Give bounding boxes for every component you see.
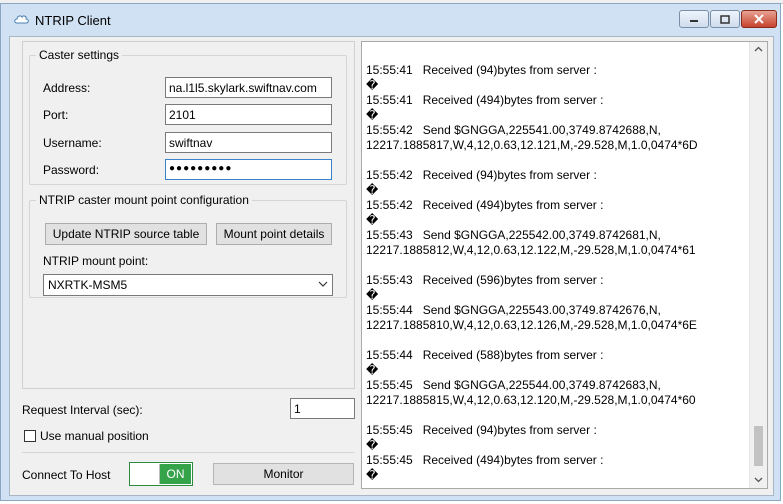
request-interval-field[interactable]: 1: [290, 398, 355, 419]
username-label: Username:: [43, 136, 102, 150]
username-field[interactable]: swiftnav: [165, 132, 332, 153]
log-line: 15:55:43 Received (596)bytes from server…: [366, 273, 604, 287]
log-line: 15:55:42 Received (94)bytes from server …: [366, 168, 597, 182]
maximize-button[interactable]: [710, 10, 740, 28]
mount-point-label: NTRIP mount point:: [43, 254, 149, 268]
log-line: 15:55:43 Send $GNGGA,225542.00,3749.8742…: [366, 228, 661, 242]
log-line: �: [366, 78, 379, 92]
address-field[interactable]: na.l1l5.skylark.swiftnav.com: [165, 77, 332, 98]
close-icon: [754, 14, 764, 24]
request-interval-label: Request Interval (sec):: [22, 403, 143, 417]
log-line: �: [366, 468, 379, 482]
mount-point-details-button[interactable]: Mount point details: [216, 223, 332, 245]
cloud-icon: [14, 15, 29, 24]
log-line: 15:55:45 Send $GNGGA,225544.00,3749.8742…: [366, 378, 661, 392]
log-line: 15:55:45 Received (94)bytes from server …: [366, 423, 597, 437]
log-output[interactable]: 15:55:41 Received (94)bytes from server …: [361, 41, 768, 489]
chevron-down-icon[interactable]: [754, 476, 763, 483]
log-line: �: [366, 438, 379, 452]
monitor-button[interactable]: Monitor: [213, 463, 354, 485]
log-line: 15:55:41 Received (494)bytes from server…: [366, 93, 604, 107]
minimize-icon: [690, 20, 698, 22]
port-label: Port:: [43, 108, 69, 122]
close-button[interactable]: [741, 10, 777, 28]
chevron-up-icon[interactable]: [754, 46, 763, 53]
log-line: 15:55:42 Send $GNGGA,225541.00,3749.8742…: [366, 123, 661, 137]
log-line: �: [366, 213, 379, 227]
log-line: 12217.1885815,W,4,12,0.63,12.120,M,-29.5…: [366, 393, 696, 407]
divider: [22, 452, 355, 453]
toggle-knob: [131, 464, 160, 484]
log-line: 12217.1885817,W,4,12,0.63,12.121,M,-29.5…: [366, 138, 698, 152]
toggle-state: ON: [160, 464, 191, 484]
password-label: Password:: [43, 163, 100, 177]
mount-point-value: NXRTK-MSM5: [48, 278, 128, 292]
log-line: 15:55:45 Received (494)bytes from server…: [366, 453, 604, 467]
client-area: Caster settings Address: na.l1l5.skylark…: [9, 36, 774, 496]
ntrip-client-window: NTRIP Client Caster settings Address: na…: [0, 3, 781, 501]
caster-settings-legend: Caster settings: [39, 48, 120, 62]
password-field[interactable]: ●●●●●●●●●: [165, 159, 332, 180]
maximize-icon: [720, 14, 730, 24]
address-label: Address:: [43, 81, 91, 95]
scroll-thumb[interactable]: [754, 426, 763, 466]
mount-point-select[interactable]: NXRTK-MSM5: [43, 274, 333, 296]
window-title: NTRIP Client: [35, 13, 111, 28]
log-line: 15:55:44 Send $GNGGA,225543.00,3749.8742…: [366, 303, 661, 317]
log-line: �: [366, 108, 379, 122]
update-source-table-button[interactable]: Update NTRIP source table: [45, 223, 207, 245]
log-line: 12217.1885812,W,4,12,0.63,12.122,M,-29.5…: [366, 243, 696, 257]
log-line: 12217.1885810,W,4,12,0.63,12.126,M,-29.5…: [366, 318, 697, 332]
connect-toggle[interactable]: ON: [129, 462, 193, 486]
settings-panel: Caster settings Address: na.l1l5.skylark…: [22, 41, 355, 389]
chevron-down-icon: [318, 281, 328, 287]
log-line: �: [366, 183, 379, 197]
log-scrollbar[interactable]: [749, 42, 767, 488]
log-line: �: [366, 363, 379, 377]
log-line: �: [366, 288, 379, 302]
manual-position-label: Use manual position: [40, 429, 149, 443]
port-field[interactable]: 2101: [165, 104, 332, 125]
mount-point-legend: NTRIP caster mount point configuration: [39, 193, 249, 207]
minimize-button[interactable]: [679, 10, 709, 28]
log-line: 15:55:44 Received (588)bytes from server…: [366, 348, 604, 362]
manual-position-checkbox[interactable]: [24, 430, 36, 442]
log-line: 15:55:42 Received (494)bytes from server…: [366, 198, 604, 212]
log-lines: 15:55:41 Received (94)bytes from server …: [362, 48, 749, 483]
log-line: 15:55:41 Received (94)bytes from server …: [366, 63, 597, 77]
title-bar[interactable]: NTRIP Client: [1, 4, 780, 34]
connect-label: Connect To Host: [22, 468, 111, 482]
